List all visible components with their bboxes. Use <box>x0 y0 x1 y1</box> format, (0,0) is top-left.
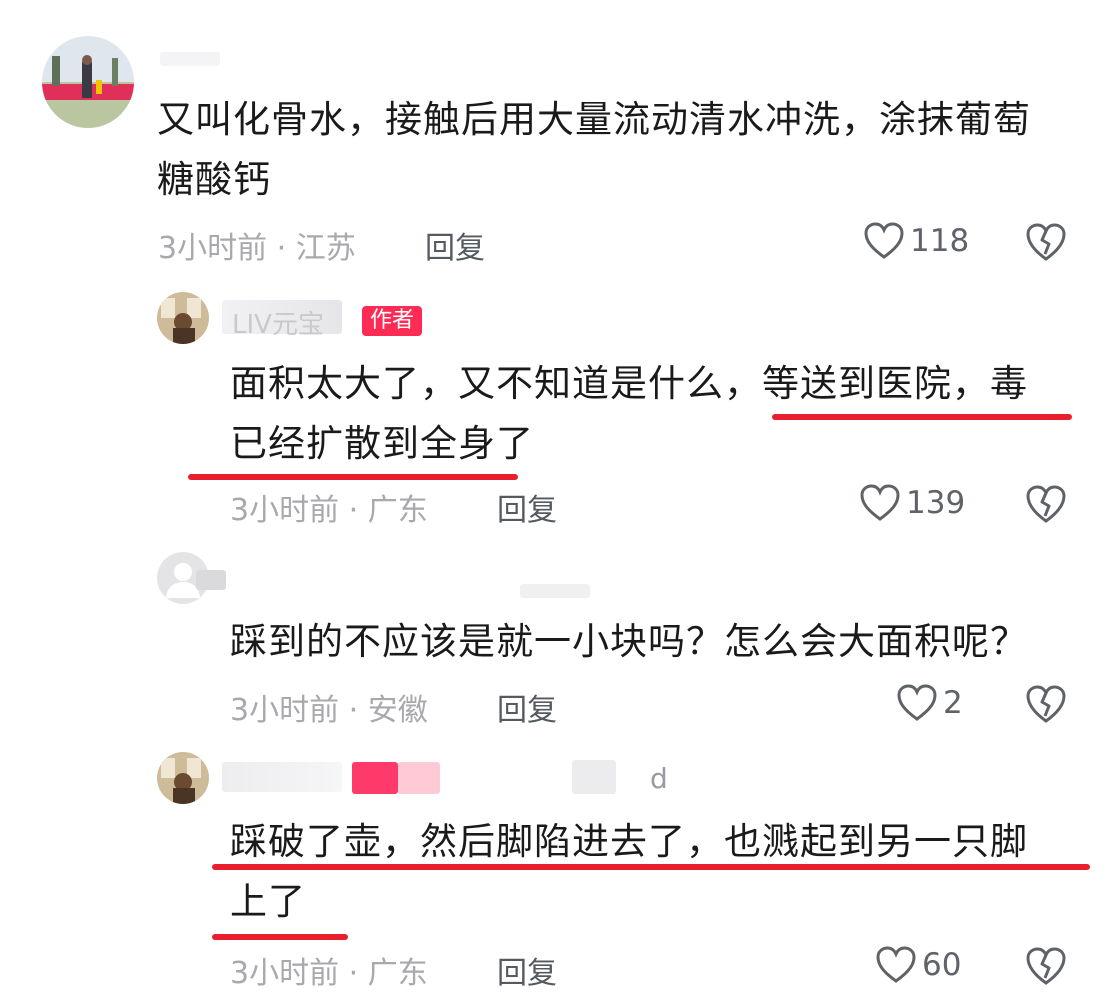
separator: · <box>339 493 368 528</box>
comment-meta: 3小时前 · 广东 <box>230 485 428 529</box>
timestamp: 3小时前 <box>230 693 340 728</box>
location: 江苏 <box>295 231 356 266</box>
broken-heart-icon <box>1026 485 1066 523</box>
like-count: 2 <box>943 685 963 721</box>
highlight-underline <box>188 474 518 480</box>
comment-text-line-1: 面积太大了，又不知道是什么，等送到医院，毒 <box>230 362 1028 405</box>
reply-button[interactable]: 回复 <box>425 223 485 267</box>
comment-text-line-2: 上了 <box>230 880 306 923</box>
heart-outline-icon <box>864 222 904 259</box>
username-redacted <box>572 760 616 794</box>
dislike-button[interactable] <box>1025 946 1067 990</box>
badge-redacted <box>352 762 398 794</box>
like-button[interactable]: 2 <box>897 684 963 722</box>
username[interactable]: LIV元宝 <box>232 304 324 341</box>
like-button[interactable]: 60 <box>876 946 961 984</box>
broken-heart-icon <box>1026 223 1066 261</box>
heart-outline-icon <box>876 946 916 983</box>
like-count: 118 <box>910 223 970 259</box>
comment-text: 踩到的不应该是就一小块吗？怎么会大面积呢？ <box>230 620 1028 663</box>
avatar[interactable] <box>157 752 209 804</box>
comment-meta: 3小时前 · 广东 <box>230 948 428 992</box>
highlight-underline <box>212 864 1090 870</box>
like-button[interactable]: 139 <box>860 484 965 522</box>
broken-heart-icon <box>1026 685 1066 723</box>
timestamp: 3小时前 <box>230 493 340 528</box>
like-count: 60 <box>922 947 962 983</box>
comment-meta: 3小时前 · 安徽 <box>230 685 428 729</box>
avatar-photo <box>157 752 209 804</box>
username-redacted <box>196 570 226 590</box>
separator: · <box>267 231 296 266</box>
dislike-button[interactable] <box>1025 684 1067 728</box>
comment-text: 又叫化骨水，接触后用大量流动清水冲洗，涂抹葡萄 糖酸钙 <box>157 90 1031 210</box>
author-badge: 作者 <box>362 306 423 336</box>
location: 广东 <box>367 493 428 528</box>
avatar[interactable] <box>42 36 134 128</box>
highlight-underline <box>212 934 348 940</box>
comment-text-line-2: 糖酸钙 <box>157 158 271 201</box>
like-count: 139 <box>906 485 966 521</box>
comment-meta: 3小时前 · 江苏 <box>158 223 356 267</box>
dislike-button[interactable] <box>1025 222 1067 266</box>
highlight-underline <box>772 414 1072 420</box>
comment-text-line-1: 踩破了壶，然后脚陷进去了，也溅起到另一只脚 <box>230 820 1028 863</box>
location: 安徽 <box>367 693 428 728</box>
location: 广东 <box>367 956 428 991</box>
broken-heart-icon <box>1026 947 1066 985</box>
heart-outline-icon <box>897 684 937 721</box>
like-button[interactable]: 118 <box>864 222 969 260</box>
separator: · <box>339 693 368 728</box>
reply-button[interactable]: 回复 <box>497 948 557 992</box>
username-redacted <box>160 52 220 66</box>
dislike-button[interactable] <box>1025 484 1067 528</box>
username-redacted <box>520 584 590 598</box>
comment-text-line-1: 又叫化骨水，接触后用大量流动清水冲洗，涂抹葡萄 <box>157 98 1031 141</box>
comment-text-line-2: 已经扩散到全身了 <box>230 422 534 465</box>
badge-redacted <box>398 762 440 794</box>
username-redacted <box>222 762 342 792</box>
reply-button[interactable]: 回复 <box>497 485 557 529</box>
avatar[interactable] <box>157 292 209 344</box>
reply-button[interactable]: 回复 <box>497 685 557 729</box>
avatar-photo <box>157 292 209 344</box>
heart-outline-icon <box>860 484 900 521</box>
separator: · <box>339 956 368 991</box>
timestamp: 3小时前 <box>158 231 268 266</box>
avatar-photo <box>42 36 134 128</box>
username-fragment: d <box>650 762 668 795</box>
timestamp: 3小时前 <box>230 956 340 991</box>
comment-text: 踩破了壶，然后脚陷进去了，也溅起到另一只脚 上了 <box>230 812 1028 932</box>
